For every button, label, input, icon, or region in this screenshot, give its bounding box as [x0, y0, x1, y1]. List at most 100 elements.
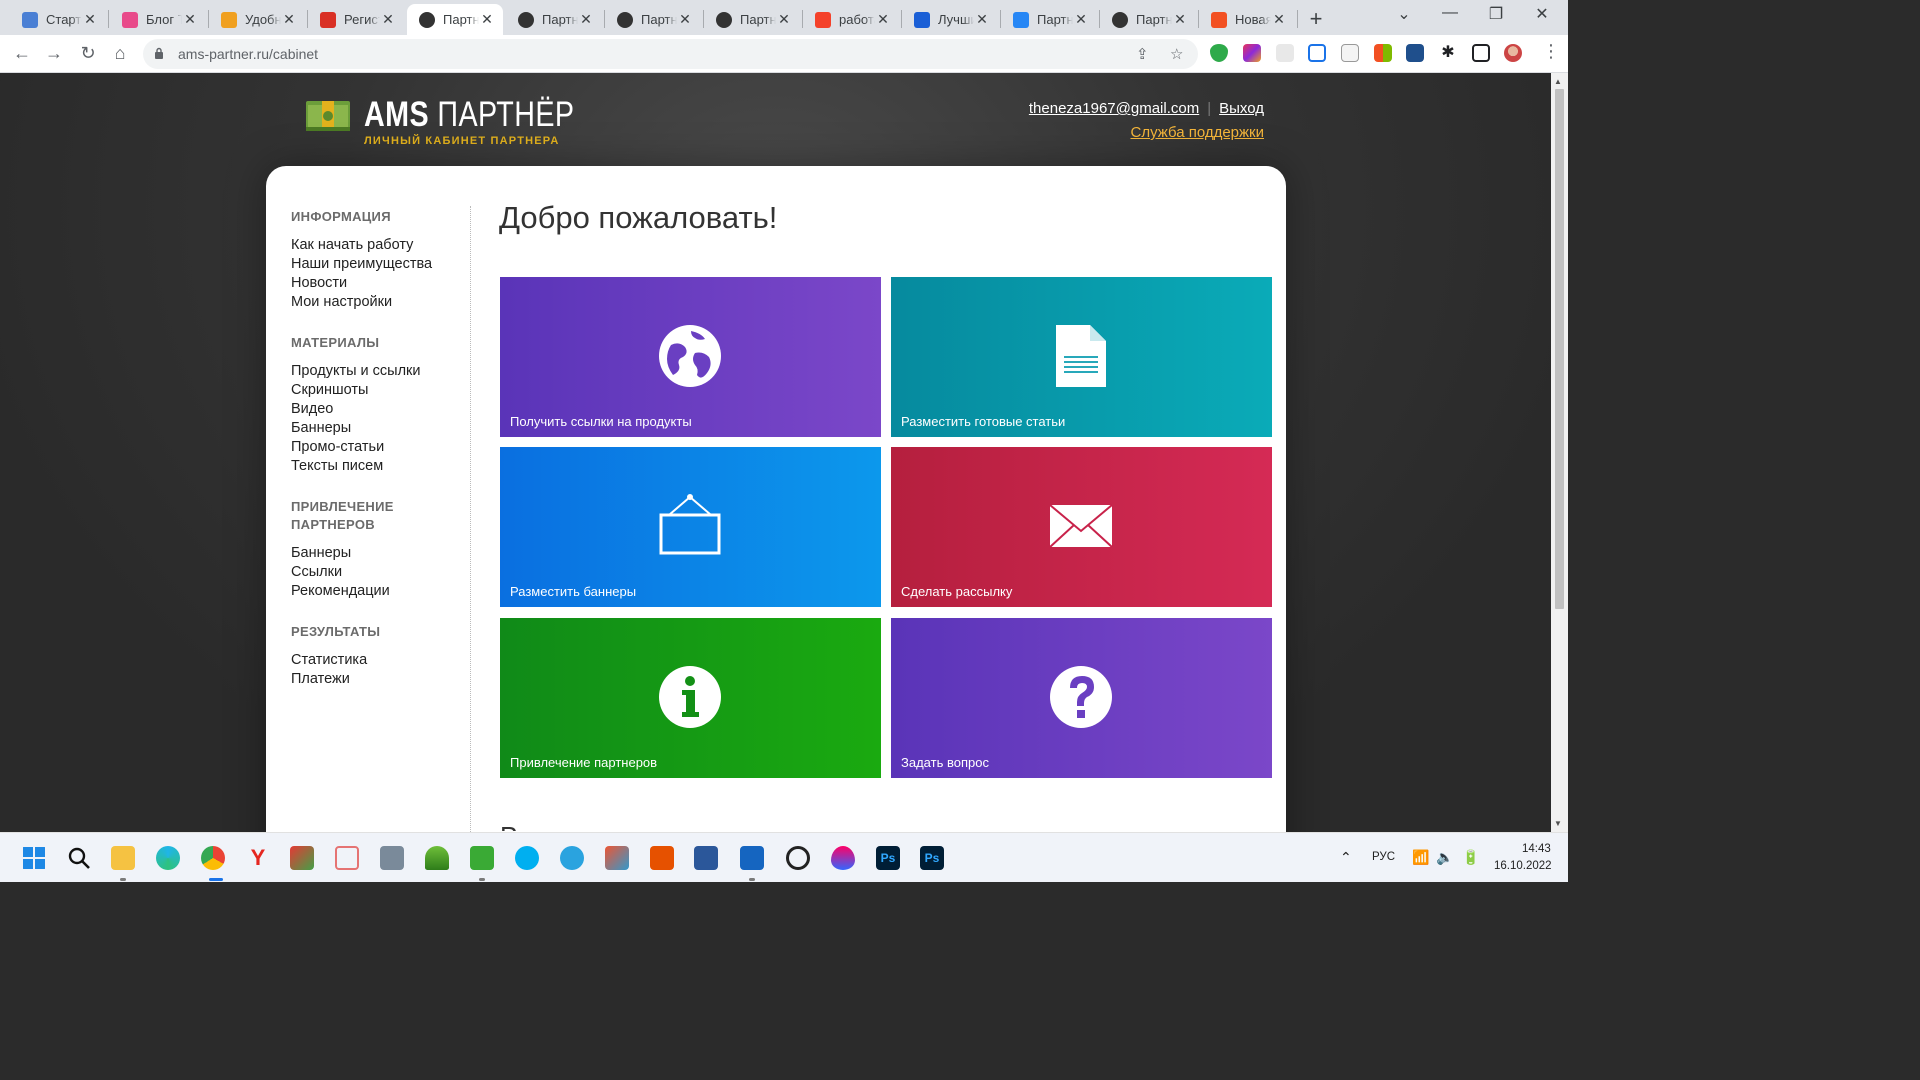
browser-tab[interactable]: Партнёр✕ — [605, 4, 701, 35]
browser-tab[interactable]: Новая ✕ — [1199, 4, 1295, 35]
close-tab-icon[interactable]: ✕ — [578, 11, 594, 28]
action-tile[interactable]: Задать вопрос — [891, 618, 1272, 778]
app-icon[interactable] — [831, 846, 855, 870]
edge-browser-icon[interactable] — [156, 846, 180, 870]
scroll-up-arrow[interactable]: ▲ — [1554, 77, 1562, 86]
close-tab-icon[interactable]: ✕ — [479, 11, 495, 28]
text-extension-icon[interactable] — [1276, 44, 1294, 62]
sidebar-link[interactable]: Статистика — [291, 651, 471, 670]
chrome-browser-icon[interactable] — [201, 846, 225, 870]
home-button[interactable]: ⌂ — [108, 43, 132, 64]
snipping-tool-icon[interactable] — [605, 846, 629, 870]
sidebar-link[interactable]: Как начать работу — [291, 236, 471, 255]
restore-button[interactable]: ❐ — [1473, 4, 1519, 24]
action-tile[interactable]: Сделать рассылку — [891, 447, 1272, 607]
browser-tab[interactable]: Партнёр✕ — [704, 4, 800, 35]
photoshop-icon[interactable]: Ps — [920, 846, 944, 870]
n-extension-icon[interactable] — [1308, 44, 1326, 62]
user-email-link[interactable]: theneza1967@gmail.com — [1029, 100, 1199, 117]
app-icon[interactable] — [335, 846, 359, 870]
close-tab-icon[interactable]: ✕ — [1172, 11, 1188, 28]
tab-search-button[interactable]: ⌄ — [1381, 4, 1427, 24]
sidebar-link[interactable]: Промо-статьи — [291, 438, 471, 457]
yandex-browser-icon[interactable]: Y — [246, 846, 270, 870]
lock-icon[interactable] — [154, 47, 164, 59]
browser-tab[interactable]: Партнёр✕ — [506, 4, 602, 35]
scroll-thumb[interactable] — [1555, 89, 1564, 609]
clock-time[interactable]: 14:43 — [1522, 843, 1551, 855]
volume-icon[interactable]: 🔈 — [1436, 849, 1453, 866]
sidebar-link[interactable]: Рекомендации — [291, 582, 471, 601]
app-icon[interactable] — [290, 846, 314, 870]
address-bar[interactable]: ams-partner.ru/cabinet ⇪ ☆ — [143, 39, 1198, 69]
url-text[interactable]: ams-partner.ru/cabinet — [178, 46, 318, 62]
language-indicator[interactable]: РУС — [1372, 851, 1395, 863]
sidebar-link[interactable]: Баннеры — [291, 544, 471, 563]
skype-icon[interactable] — [515, 846, 539, 870]
sidebar-link[interactable]: Баннеры — [291, 419, 471, 438]
browser-tab[interactable]: Удобный✕ — [209, 4, 305, 35]
minimize-button[interactable]: — — [1427, 4, 1473, 22]
word-icon[interactable] — [694, 846, 718, 870]
colorful-extension-icon[interactable] — [1243, 44, 1261, 62]
action-tile[interactable]: Разместить готовые статьи — [891, 277, 1272, 437]
forward-button[interactable]: → — [42, 43, 66, 64]
search-icon[interactable] — [67, 846, 91, 870]
action-tile[interactable]: Разместить баннеры — [500, 447, 881, 607]
close-tab-icon[interactable]: ✕ — [182, 11, 198, 28]
bookmark-star-icon[interactable]: ☆ — [1170, 45, 1183, 63]
windows-start-icon[interactable] — [22, 846, 46, 870]
close-tab-icon[interactable]: ✕ — [875, 11, 891, 28]
browser-tab[interactable]: Лучшие✕ — [902, 4, 998, 35]
archive-icon[interactable] — [380, 846, 404, 870]
browser-tab[interactable]: Партнёр✕ — [407, 4, 503, 35]
browser-tab[interactable]: работа✕ — [803, 4, 899, 35]
page-scrollbar[interactable]: ▲ ▼ — [1551, 73, 1568, 832]
close-tab-icon[interactable]: ✕ — [82, 11, 98, 28]
browser-tab[interactable]: Регистрация✕ — [308, 4, 404, 35]
img-extension-icon[interactable] — [1406, 44, 1424, 62]
windows-extension-icon[interactable] — [1374, 44, 1392, 62]
close-tab-icon[interactable]: ✕ — [281, 11, 297, 28]
browser-tab[interactable]: Стартовая✕ — [10, 4, 106, 35]
notepad-icon[interactable] — [740, 846, 764, 870]
speed-extension-icon[interactable] — [1341, 44, 1359, 62]
scroll-down-arrow[interactable]: ▼ — [1554, 819, 1562, 828]
browser-tab[interactable]: Партнёр✕ — [1100, 4, 1196, 35]
sidebar-link[interactable]: Мои настройки — [291, 293, 471, 312]
plant-app-icon[interactable] — [425, 846, 449, 870]
tray-overflow-icon[interactable]: ⌃ — [1340, 849, 1352, 866]
close-tab-icon[interactable]: ✕ — [1271, 11, 1287, 28]
sidebar-link[interactable]: Наши преимущества — [291, 255, 471, 274]
wifi-icon[interactable]: 📶 — [1412, 849, 1429, 866]
close-tab-icon[interactable]: ✕ — [1073, 11, 1089, 28]
share-icon[interactable]: ⇪ — [1136, 45, 1149, 63]
close-window-button[interactable]: ✕ — [1519, 4, 1565, 24]
reload-button[interactable]: ↻ — [76, 43, 100, 64]
close-tab-icon[interactable]: ✕ — [776, 11, 792, 28]
browser-menu-icon[interactable]: ⋮ — [1539, 41, 1563, 62]
logout-link[interactable]: Выход — [1219, 100, 1264, 117]
profile-avatar-icon[interactable] — [1504, 44, 1522, 62]
support-link[interactable]: Служба поддержки — [1029, 124, 1264, 141]
sidebar-link[interactable]: Платежи — [291, 670, 471, 689]
action-tile[interactable]: Получить ссылки на продукты — [500, 277, 881, 437]
close-tab-icon[interactable]: ✕ — [974, 11, 990, 28]
adblock-extension-icon[interactable] — [1210, 44, 1228, 62]
action-tile[interactable]: Привлечение партнеров — [500, 618, 881, 778]
photoshop-icon[interactable]: Ps — [876, 846, 900, 870]
close-tab-icon[interactable]: ✕ — [677, 11, 693, 28]
telegram-icon[interactable] — [560, 846, 584, 870]
clock-date[interactable]: 16.10.2022 — [1494, 860, 1552, 872]
file-explorer-icon[interactable] — [111, 846, 135, 870]
browser-tab[interactable]: Блог Тани✕ — [110, 4, 206, 35]
sidebar-link[interactable]: Видео — [291, 400, 471, 419]
sidebar-link[interactable]: Продукты и ссылки — [291, 362, 471, 381]
sidebar-link[interactable]: Новости — [291, 274, 471, 293]
sidebar-link[interactable]: Тексты писем — [291, 457, 471, 476]
recorder-icon[interactable] — [786, 846, 810, 870]
battery-icon[interactable]: 🔋 — [1462, 849, 1479, 866]
back-button[interactable]: ← — [10, 43, 34, 64]
sidepanel-icon[interactable] — [1472, 44, 1490, 62]
new-tab-button[interactable]: + — [1305, 6, 1327, 32]
